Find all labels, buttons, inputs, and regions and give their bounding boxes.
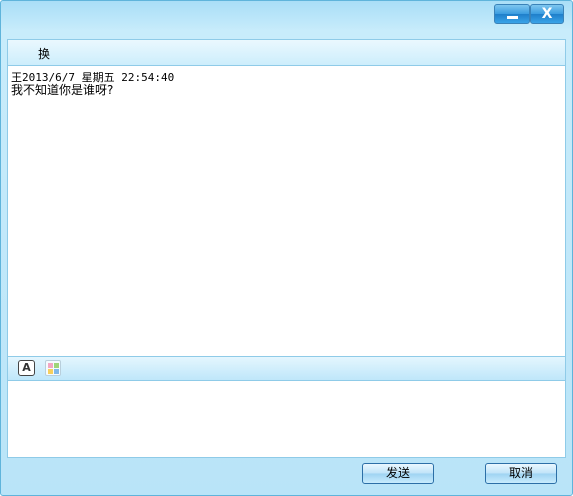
title-bar[interactable]: X xyxy=(1,1,572,29)
close-button[interactable]: X xyxy=(530,4,564,24)
emoji-icon-cell xyxy=(48,369,53,374)
send-button[interactable]: 发送 xyxy=(362,463,434,484)
message-history[interactable]: 王2013/6/7 星期五 22:54:40 我不知道你是谁呀? xyxy=(7,65,566,357)
contact-header: 换 xyxy=(7,39,566,65)
emoji-icon-cell xyxy=(54,369,59,374)
emoji-icon[interactable] xyxy=(45,360,61,376)
emoji-icon-cell xyxy=(54,363,59,368)
format-toolbar: A xyxy=(7,357,566,380)
contact-name: 换 xyxy=(38,47,51,61)
close-icon: X xyxy=(541,6,553,22)
emoji-icon-cell xyxy=(48,363,53,368)
minimize-icon xyxy=(507,16,518,19)
minimize-button[interactable] xyxy=(494,4,530,24)
chat-window: X 换 王2013/6/7 星期五 22:54:40 我不知道你是谁呀? A 发… xyxy=(0,0,573,496)
message-body: 我不知道你是谁呀? xyxy=(11,83,114,97)
font-icon[interactable]: A xyxy=(18,360,35,376)
message-input[interactable] xyxy=(7,380,566,458)
cancel-button[interactable]: 取消 xyxy=(485,463,557,484)
